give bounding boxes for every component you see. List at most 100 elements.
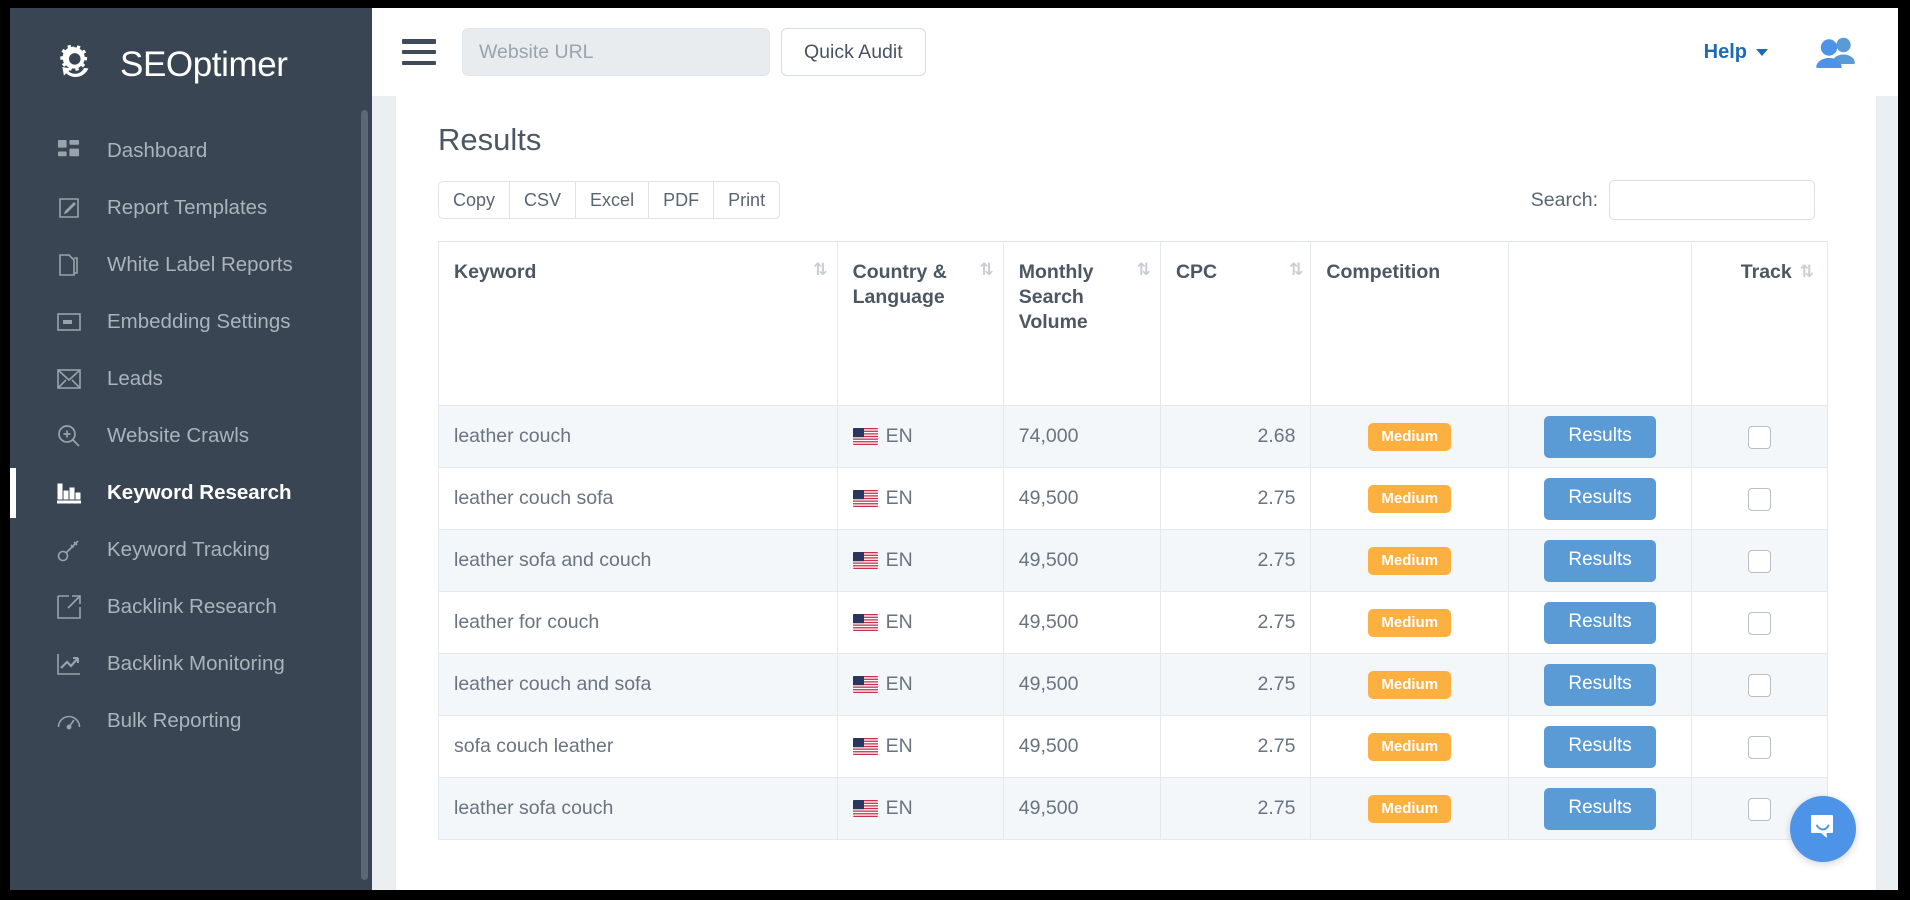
us-flag-icon (853, 738, 878, 755)
cell-cpc: 2.75 (1160, 530, 1310, 592)
website-url-input[interactable] (462, 28, 770, 76)
sidebar-item-label: Keyword Research (107, 481, 292, 505)
competition-badge: Medium (1368, 733, 1451, 761)
row-results-button[interactable]: Results (1544, 602, 1655, 644)
sidebar-item-keyword-research[interactable]: Keyword Research (10, 464, 372, 521)
hamburger-icon[interactable] (402, 39, 436, 65)
row-results-button[interactable]: Results (1544, 540, 1655, 582)
us-flag-icon (853, 614, 878, 631)
sidebar-item-report-templates[interactable]: Report Templates (10, 179, 372, 236)
row-results-button[interactable]: Results (1544, 664, 1655, 706)
cell-competition: Medium (1311, 716, 1509, 778)
track-checkbox[interactable] (1748, 612, 1771, 635)
row-results-button[interactable]: Results (1544, 788, 1655, 830)
column-header-monthly-search-volume[interactable]: Monthly Search Volume ⇅ (1003, 242, 1160, 406)
sidebar-item-backlink-monitoring[interactable]: Backlink Monitoring (10, 635, 372, 692)
track-checkbox[interactable] (1748, 798, 1771, 821)
sort-updown-icon[interactable]: ⇅ (980, 262, 992, 279)
column-label: Country & Language (853, 261, 947, 308)
competition-badge: Medium (1368, 795, 1451, 823)
cell-country-language: EN (837, 530, 1003, 592)
cell-monthly-search-volume: 49,500 (1003, 654, 1160, 716)
keyword-results-table: Keyword ⇅ Country & Language ⇅ Monthly S… (438, 241, 1828, 840)
cell-keyword: leather sofa couch (439, 778, 838, 840)
sidebar-item-website-crawls[interactable]: Website Crawls (10, 407, 372, 464)
grid-dashboard-icon (56, 138, 81, 163)
chat-bubble-icon (1808, 812, 1838, 847)
sidebar-item-backlink-research[interactable]: Backlink Research (10, 578, 372, 635)
sidebar-item-leads[interactable]: Leads (10, 350, 372, 407)
table-row: leather for couchEN49,5002.75MediumResul… (439, 592, 1828, 654)
track-checkbox[interactable] (1748, 550, 1771, 573)
competition-badge: Medium (1368, 671, 1451, 699)
sidebar: SEOptimer Dashboard Report Templates Whi (10, 8, 372, 890)
pencil-square-icon (56, 195, 81, 220)
search-input[interactable] (1609, 180, 1815, 220)
csv-button[interactable]: CSV (509, 181, 575, 219)
column-header-track[interactable]: Track ⇅ (1692, 242, 1828, 406)
column-header-country-language[interactable]: Country & Language ⇅ (837, 242, 1003, 406)
export-button-group: Copy CSV Excel PDF Print (438, 181, 780, 219)
row-results-button[interactable]: Results (1544, 726, 1655, 768)
pdf-button[interactable]: PDF (648, 181, 713, 219)
cell-competition: Medium (1311, 592, 1509, 654)
track-checkbox[interactable] (1748, 674, 1771, 697)
sort-updown-icon[interactable]: ⇅ (813, 262, 825, 279)
envelope-icon (56, 366, 81, 391)
print-button[interactable]: Print (713, 181, 780, 219)
track-checkbox[interactable] (1748, 426, 1771, 449)
cell-monthly-search-volume: 49,500 (1003, 468, 1160, 530)
language-code: EN (886, 611, 913, 634)
sidebar-item-label: Leads (107, 367, 163, 391)
table-row: leather sofa and couchEN49,5002.75Medium… (439, 530, 1828, 592)
column-header-keyword[interactable]: Keyword ⇅ (439, 242, 838, 406)
excel-button[interactable]: Excel (575, 181, 648, 219)
sidebar-item-bulk-reporting[interactable]: Bulk Reporting (10, 692, 372, 749)
chat-launcher-button[interactable] (1790, 796, 1856, 862)
table-body: leather couchEN74,0002.68MediumResultsle… (439, 406, 1828, 840)
competition-badge: Medium (1368, 547, 1451, 575)
cell-track (1692, 716, 1828, 778)
sidebar-item-white-label-reports[interactable]: White Label Reports (10, 236, 372, 293)
cell-competition: Medium (1311, 468, 1509, 530)
copy-button[interactable]: Copy (438, 181, 509, 219)
column-header-competition[interactable]: Competition (1311, 242, 1509, 406)
row-results-button[interactable]: Results (1544, 478, 1655, 520)
sort-updown-icon[interactable]: ⇅ (1137, 262, 1149, 279)
topbar-right-group: Help (1704, 36, 1858, 68)
sidebar-scrollbar[interactable] (361, 110, 368, 880)
language-code: EN (886, 673, 913, 696)
language-code: EN (886, 425, 913, 448)
cell-actions: Results (1509, 778, 1692, 840)
quick-audit-button[interactable]: Quick Audit (781, 28, 926, 76)
sidebar-item-dashboard[interactable]: Dashboard (10, 122, 372, 179)
column-header-actions (1509, 242, 1692, 406)
column-label: Competition (1326, 261, 1440, 283)
cell-keyword: leather sofa and couch (439, 530, 838, 592)
documents-copy-icon (56, 252, 81, 277)
row-results-button[interactable]: Results (1544, 416, 1655, 458)
main-area: Quick Audit Help Results (372, 8, 1898, 890)
cell-cpc: 2.75 (1160, 654, 1310, 716)
table-row: leather couch and sofaEN49,5002.75Medium… (439, 654, 1828, 716)
sort-updown-icon[interactable]: ⇅ (1289, 262, 1301, 279)
cell-keyword: leather couch (439, 406, 838, 468)
competition-badge: Medium (1368, 423, 1451, 451)
track-checkbox[interactable] (1748, 736, 1771, 759)
sort-updown-icon[interactable]: ⇅ (1800, 264, 1812, 281)
search-label: Search: (1531, 189, 1598, 212)
column-label: Track (1741, 260, 1792, 285)
seoptimer-logo-icon (54, 38, 108, 92)
track-checkbox[interactable] (1748, 488, 1771, 511)
cell-cpc: 2.75 (1160, 778, 1310, 840)
brand-logo-area[interactable]: SEOptimer (10, 8, 372, 116)
sidebar-item-embedding-settings[interactable]: Embedding Settings (10, 293, 372, 350)
users-icon[interactable] (1816, 36, 1858, 68)
sidebar-item-label: Keyword Tracking (107, 538, 270, 562)
column-header-cpc[interactable]: CPC ⇅ (1160, 242, 1310, 406)
sidebar-item-label: Backlink Monitoring (107, 652, 285, 676)
help-dropdown[interactable]: Help (1704, 41, 1768, 64)
sidebar-item-keyword-tracking[interactable]: Keyword Tracking (10, 521, 372, 578)
language-code: EN (886, 487, 913, 510)
line-chart-icon (56, 651, 81, 676)
